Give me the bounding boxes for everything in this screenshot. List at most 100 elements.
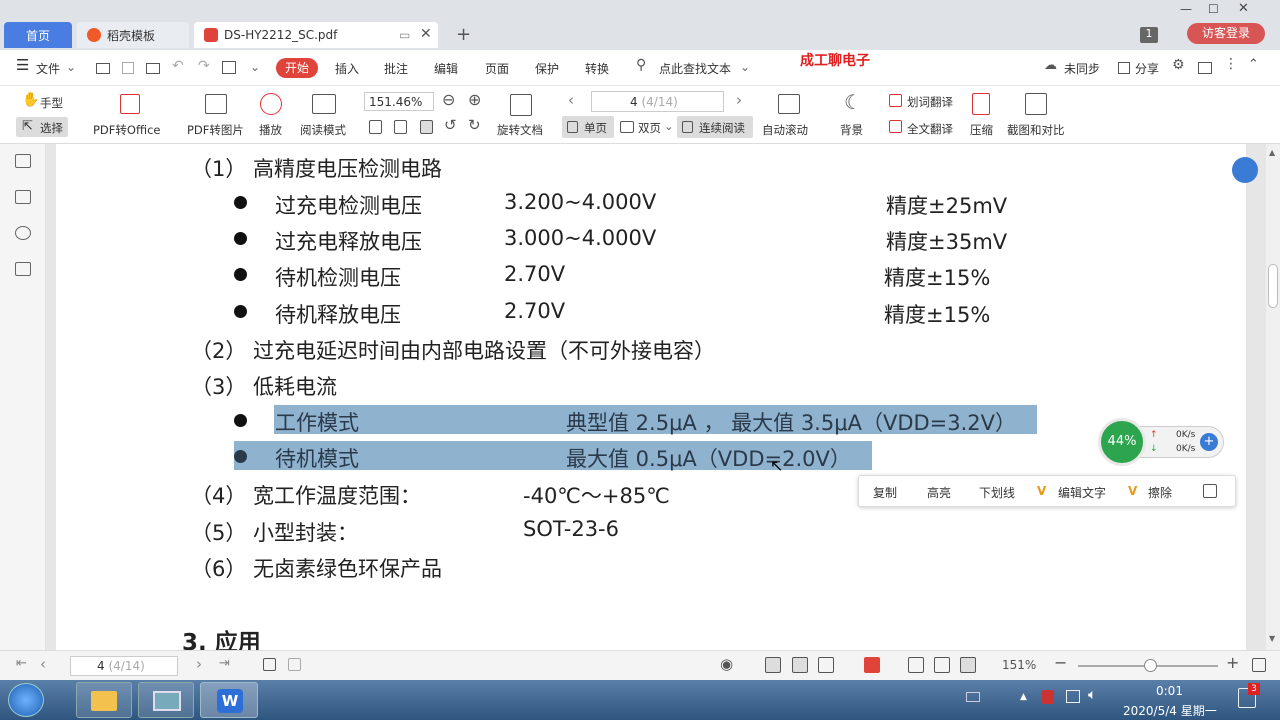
floating-tool-button[interactable] bbox=[1232, 157, 1258, 183]
screenshot-button[interactable]: 截图和对比 bbox=[1007, 122, 1065, 138]
zoom-in-icon[interactable]: ⊕ bbox=[468, 90, 481, 109]
last-page-icon[interactable]: ⇥ bbox=[219, 656, 230, 671]
share-button[interactable]: 分享 bbox=[1135, 60, 1159, 77]
thumbnails-icon[interactable] bbox=[15, 154, 31, 168]
fit-page-icon[interactable] bbox=[394, 120, 407, 134]
back-icon[interactable] bbox=[263, 658, 276, 671]
network-icon[interactable] bbox=[1066, 690, 1080, 703]
pdf-to-image-button[interactable]: PDF转图片 bbox=[187, 122, 244, 138]
copy-button[interactable]: 复制 bbox=[873, 484, 897, 501]
close-tab-icon[interactable]: ✕ bbox=[420, 26, 432, 42]
fit-width-icon[interactable] bbox=[960, 657, 976, 673]
background-button[interactable]: 背景 bbox=[840, 122, 863, 138]
fit-width-icon[interactable] bbox=[420, 120, 433, 134]
undo-icon[interactable]: ↶ bbox=[172, 58, 184, 74]
signature-icon[interactable] bbox=[15, 262, 31, 276]
window-count-badge[interactable]: 1 bbox=[1140, 27, 1158, 43]
volume-icon[interactable]: 🔈︎ bbox=[1088, 687, 1096, 703]
redo-icon[interactable]: ↷ bbox=[198, 58, 210, 74]
zoom-in-icon[interactable]: + bbox=[1226, 653, 1239, 672]
more-chevron-icon[interactable]: ⌄ bbox=[250, 60, 260, 74]
underline-button[interactable]: 下划线 bbox=[979, 484, 1015, 501]
search-icon[interactable]: ⚲ bbox=[636, 57, 646, 73]
close-window-icon[interactable]: ✕ bbox=[1238, 1, 1249, 16]
menu-insert[interactable]: 插入 bbox=[335, 60, 359, 77]
menu-convert[interactable]: 转换 bbox=[585, 60, 609, 77]
zoom-select[interactable]: 151.46% bbox=[364, 92, 434, 111]
more-icon[interactable]: ⋮ bbox=[1224, 56, 1238, 72]
next-page-icon[interactable]: › bbox=[196, 655, 202, 673]
full-translate-button[interactable]: 全文翻译 bbox=[907, 121, 953, 137]
zoom-slider-thumb[interactable] bbox=[1144, 659, 1157, 672]
tab-template[interactable]: 稻壳模板 bbox=[77, 22, 189, 48]
search-chevron-icon[interactable]: ⌄ bbox=[740, 60, 750, 74]
annotation-icon[interactable] bbox=[15, 226, 31, 240]
prev-page-icon[interactable]: ‹ bbox=[40, 655, 46, 673]
image-icon[interactable] bbox=[15, 190, 31, 204]
keyboard-icon[interactable] bbox=[966, 692, 980, 702]
rotate-right-icon[interactable]: ↻ bbox=[468, 116, 481, 134]
image-viewer-taskbar-button[interactable] bbox=[138, 682, 194, 718]
read-mode-button[interactable]: 阅读模式 bbox=[300, 122, 346, 138]
highlight-button[interactable]: 高亮 bbox=[927, 484, 951, 501]
hamburger-icon[interactable]: ☰ bbox=[16, 56, 29, 74]
show-hidden-icons[interactable]: ▲ bbox=[1020, 692, 1027, 702]
page-number-input[interactable]: 4 (4/14) bbox=[591, 91, 724, 112]
page-number-input[interactable]: 4 (4/14) bbox=[70, 656, 178, 676]
network-speed-widget[interactable]: 44% ↑ ↓ 0K/s 0K/s + bbox=[1098, 418, 1224, 466]
wps-taskbar-button[interactable]: W bbox=[200, 682, 258, 718]
forward-icon[interactable] bbox=[288, 658, 301, 671]
rotate-document-button[interactable]: 旋转文档 bbox=[497, 122, 543, 138]
chevron-down-icon[interactable]: ⌄ bbox=[66, 60, 76, 74]
clock-date[interactable]: 2020/5/4 星期一 bbox=[1123, 702, 1217, 719]
prev-page-icon[interactable]: ‹ bbox=[568, 91, 574, 109]
new-tab-icon[interactable]: + bbox=[456, 24, 471, 45]
continuous-view-icon[interactable] bbox=[765, 657, 781, 673]
search-box[interactable]: 点此查找文本 bbox=[659, 60, 731, 77]
zoom-out-icon[interactable]: ⊖ bbox=[442, 90, 455, 109]
tab-pdf[interactable]: DS-HY2212_SC.pdf ▭ ✕ bbox=[194, 22, 438, 48]
actual-size-icon[interactable] bbox=[908, 657, 924, 673]
play-button[interactable]: 播放 bbox=[259, 122, 282, 138]
settings-icon[interactable]: ⚙ bbox=[1172, 57, 1185, 73]
vertical-scrollbar[interactable]: ▲ ▼ bbox=[1266, 144, 1280, 650]
zoom-out-icon[interactable]: − bbox=[1054, 653, 1067, 672]
print-icon[interactable] bbox=[146, 63, 160, 74]
continuous-read-button[interactable]: 连续阅读 bbox=[677, 116, 753, 138]
clock-time[interactable]: 0:01 bbox=[1156, 684, 1183, 698]
menu-start[interactable]: 开始 bbox=[276, 58, 318, 78]
feedback-icon[interactable] bbox=[1198, 62, 1212, 74]
menu-edit[interactable]: 编辑 bbox=[434, 60, 458, 77]
guest-login-button[interactable]: 访客登录 bbox=[1187, 23, 1265, 44]
fit-page-icon[interactable] bbox=[934, 657, 950, 673]
next-page-icon[interactable]: › bbox=[736, 91, 742, 109]
erase-button[interactable]: 擦除 bbox=[1148, 484, 1172, 501]
plus-icon[interactable]: + bbox=[1200, 433, 1218, 451]
save-icon[interactable] bbox=[122, 62, 134, 74]
pdf-to-office-button[interactable]: PDF转Office bbox=[93, 122, 160, 138]
export-icon[interactable] bbox=[222, 61, 236, 74]
menu-annotate[interactable]: 批注 bbox=[384, 60, 408, 77]
menu-protect[interactable]: 保护 bbox=[535, 60, 559, 77]
scroll-down-icon[interactable]: ▼ bbox=[1269, 634, 1275, 643]
edit-text-button[interactable]: 编辑文字 bbox=[1058, 484, 1106, 501]
scrollbar-thumb[interactable] bbox=[1268, 264, 1278, 308]
zoom-level[interactable]: 151% bbox=[1002, 658, 1036, 672]
single-view-icon[interactable] bbox=[792, 657, 808, 673]
double-chevron-icon[interactable]: ⌄ bbox=[664, 119, 674, 133]
tab-home[interactable]: 首页 bbox=[4, 22, 72, 48]
fullscreen-icon[interactable] bbox=[1252, 658, 1266, 672]
menu-file[interactable]: 文件 bbox=[36, 60, 60, 77]
screenshot-icon[interactable] bbox=[1203, 484, 1217, 498]
explorer-taskbar-button[interactable] bbox=[76, 682, 132, 718]
scroll-up-icon[interactable]: ▲ bbox=[1269, 148, 1275, 157]
menu-page[interactable]: 页面 bbox=[485, 60, 509, 77]
play-slideshow-icon[interactable] bbox=[864, 657, 880, 673]
window-icon[interactable]: ▭ bbox=[399, 28, 410, 42]
maximize-icon[interactable]: ☐ bbox=[1208, 2, 1219, 16]
share-icon[interactable] bbox=[1118, 62, 1130, 74]
compress-button[interactable]: 压缩 bbox=[970, 122, 993, 138]
word-translate-button[interactable]: 划词翻译 bbox=[907, 94, 953, 110]
actual-size-icon[interactable] bbox=[369, 120, 382, 134]
select-tool-button[interactable]: ⇱ 选择 bbox=[16, 117, 68, 137]
